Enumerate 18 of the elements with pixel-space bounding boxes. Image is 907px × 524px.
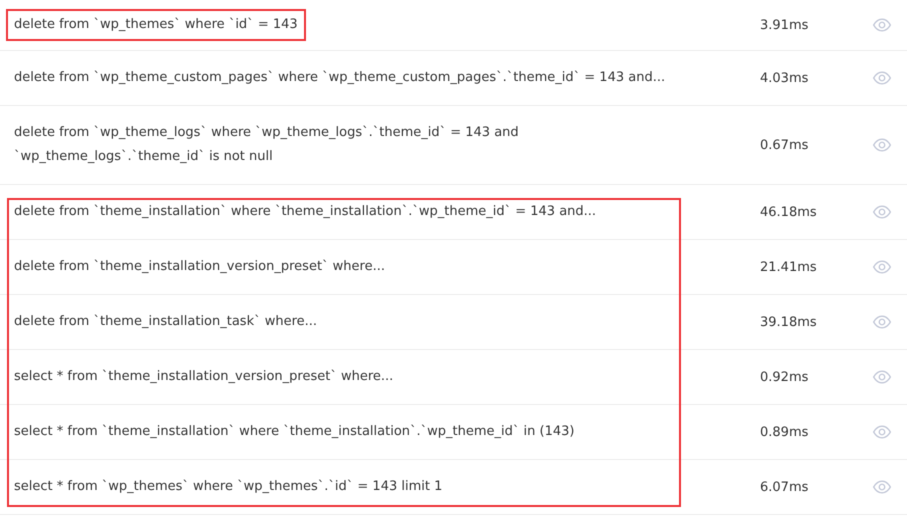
duration-text: 3.91ms	[760, 18, 810, 32]
query-text: delete from `theme_installation_task` where...	[14, 313, 318, 331]
duration-text: 0.92ms	[760, 370, 810, 384]
duration-text: 4.03ms	[760, 70, 810, 86]
duration-text: 21.41ms	[760, 260, 818, 274]
query-text: delete from `wp_theme_custom_pages` where `wp_theme_custom_pages`.`theme_id` = 143 and...	[14, 69, 666, 87]
duration-text: 39.18ms	[760, 314, 818, 330]
query-text: select * from `theme_installation_version_preset` where...	[14, 368, 394, 386]
query-text: select * from `theme_installation` where `theme_installation`.`wp_theme_id` in (143)	[14, 423, 574, 441]
duration-text: 0.89ms	[760, 424, 810, 440]
query-text: delete from `wp_theme_logs` where `wp_theme_logs`.`theme_id` = 143 and `wp_theme_logs`.`theme_id` is not null	[14, 124, 519, 166]
query-text: delete from `theme_installation` where `theme_installation`.`wp_theme_id` = 143 and...	[14, 203, 596, 221]
query-text: delete from `theme_installation_version_preset` where...	[14, 258, 385, 276]
query-text: select * from `wp_themes` where `wp_themes`.`id` = 143 limit 1	[14, 478, 442, 496]
duration-text: 46.18ms	[760, 204, 818, 220]
duration-text: 0.67ms	[760, 138, 810, 152]
duration-text: 6.07ms	[760, 480, 810, 494]
query-text: delete from `wp_themes` where `id` = 143	[6, 9, 306, 41]
